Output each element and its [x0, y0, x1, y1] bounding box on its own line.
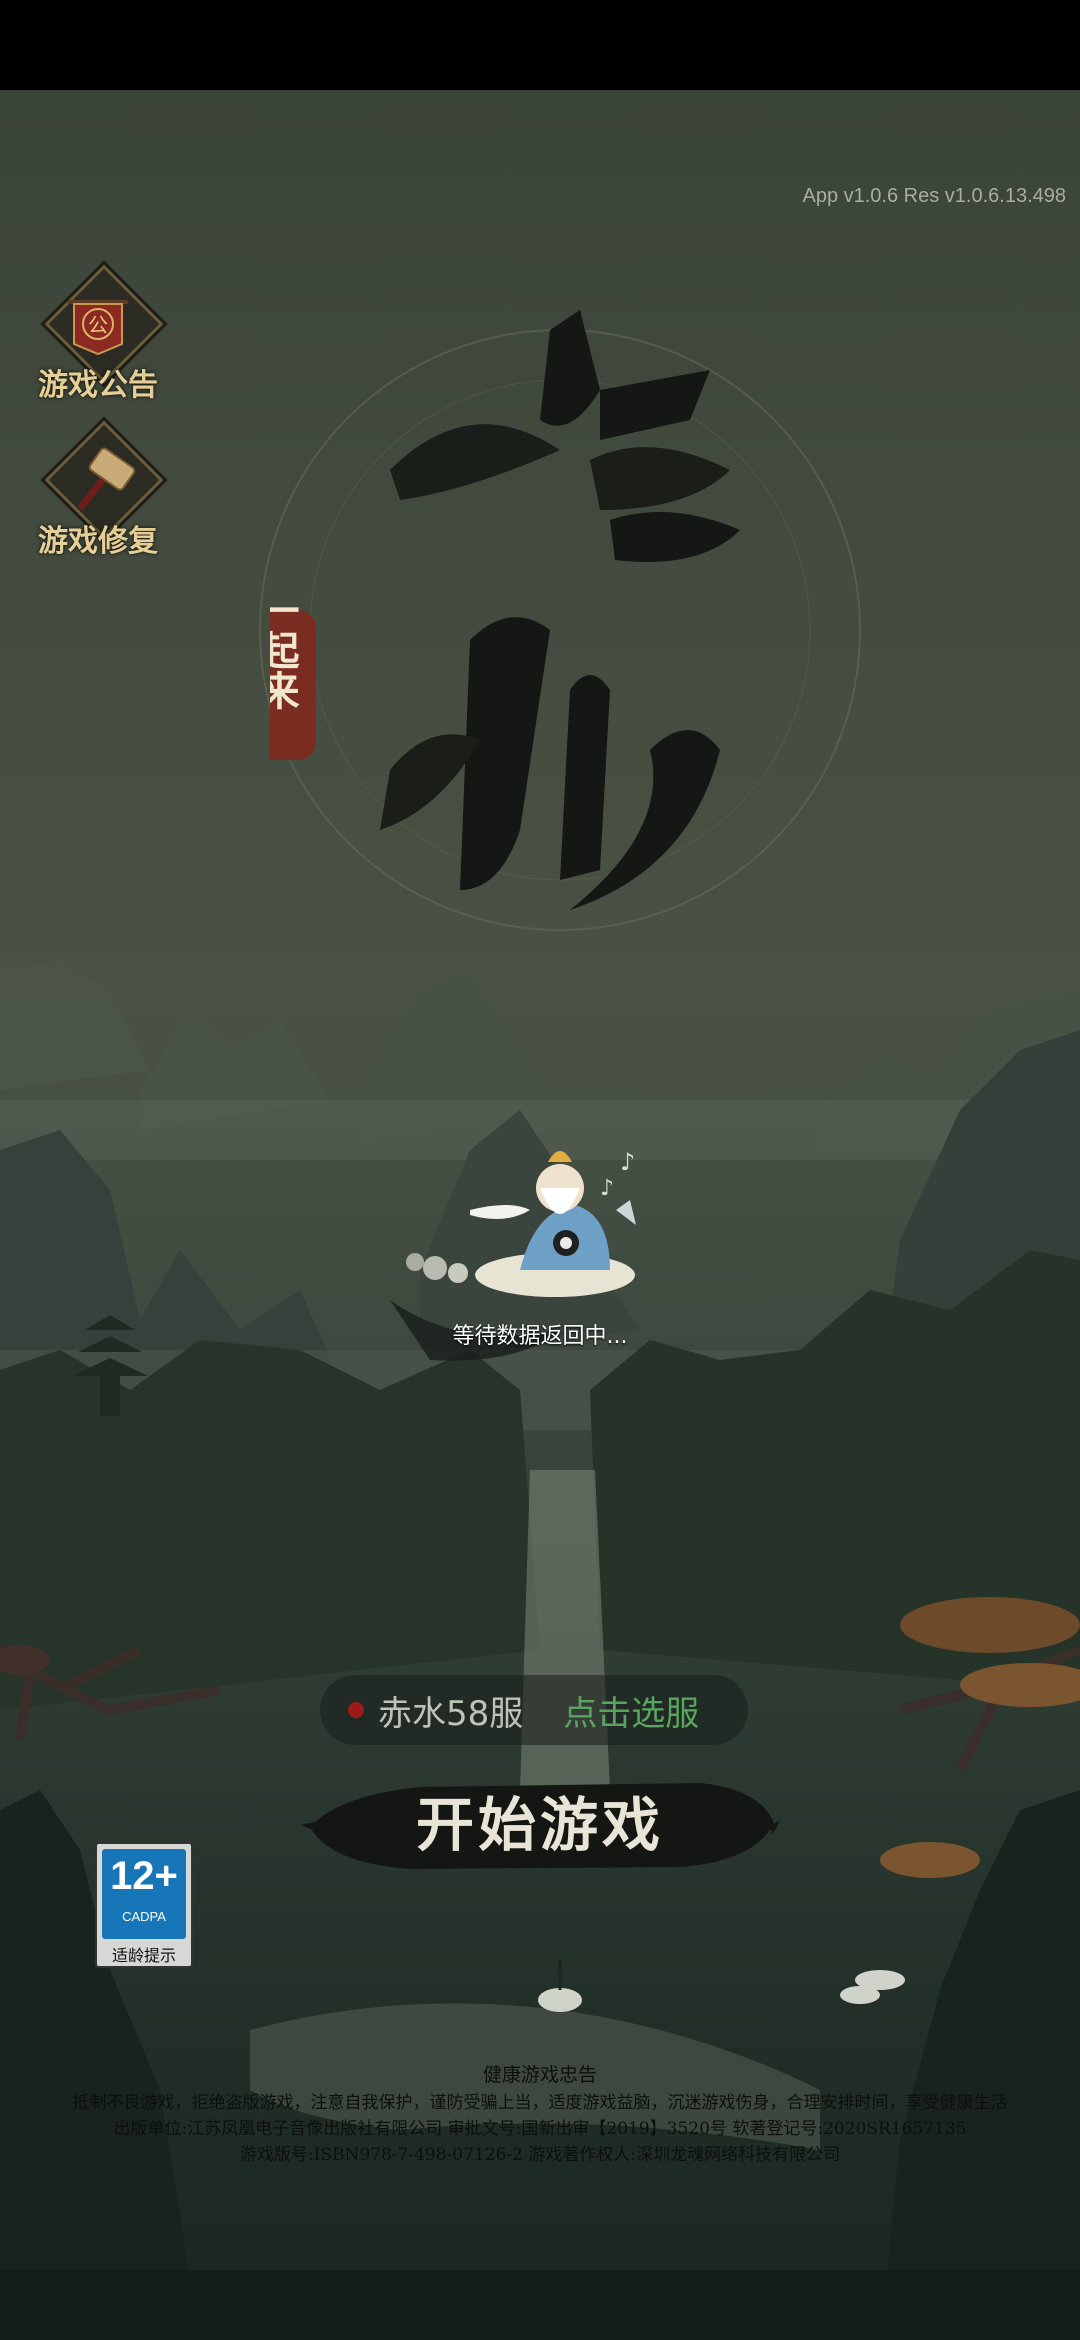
logo-seal-text: 一起来	[270, 590, 300, 710]
health-notice-title: 健康游戏忠告	[482, 2064, 597, 2086]
start-game-button[interactable]: 开始游戏	[300, 1765, 780, 1885]
status-bar	[0, 0, 1080, 90]
svg-text:♪: ♪	[600, 1176, 614, 1201]
age-rating-value: 12+	[110, 1854, 178, 1898]
version-label: App v1.0.6 Res v1.0.6.13.498	[802, 185, 1066, 207]
health-notice-line: 抵制不良游戏，拒绝盗版游戏，注意自我保护，谨防受骗上当，适度游戏益脑，沉迷游戏伤…	[72, 2093, 1008, 2113]
svg-text:♪: ♪	[620, 1148, 635, 1176]
game-repair-button[interactable]: 游戏修复	[28, 420, 168, 578]
license-info: 游戏版号:ISBN978-7-498-07126-2 游戏著作权人:深圳龙魂网络…	[239, 2145, 841, 2165]
server-status-dot	[348, 1702, 364, 1718]
game-repair-label: 游戏修复	[38, 524, 158, 559]
svg-text:公: 公	[88, 313, 108, 337]
age-rating-org: CADPA	[122, 1909, 166, 1924]
start-game-label: 开始游戏	[415, 1791, 664, 1859]
logo-title-glyphs: 修 仙	[360, 450, 720, 930]
server-selector[interactable]: 赤水58服 点击选服	[320, 1675, 748, 1745]
repair-hammer-icon	[78, 447, 136, 510]
publisher-info: 出版单位:江苏凤凰电子音像出版社有限公司 审批文号:国新出审【2019】3520…	[113, 2119, 967, 2139]
loading-status: 等待数据返回中...	[452, 1324, 628, 1349]
server-name: 赤水58服	[378, 1693, 524, 1734]
age-rating-badge[interactable]: 12+ CADPA 适龄提示	[95, 1842, 193, 1968]
notice-flag-icon: 公	[68, 300, 128, 356]
age-rating-tip: 适龄提示	[111, 1946, 176, 1965]
game-notice-button[interactable]: 公 游戏公告	[28, 264, 168, 422]
select-server-link[interactable]: 点击选服	[563, 1686, 699, 1735]
game-notice-label: 游戏公告	[38, 368, 158, 403]
